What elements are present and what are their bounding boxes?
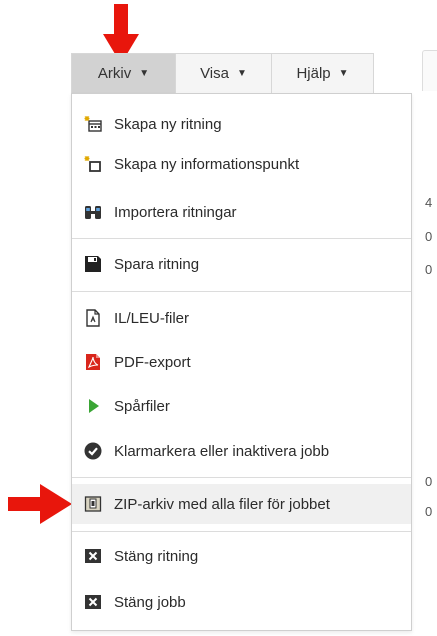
menu-item-label: Spårfiler	[114, 397, 170, 415]
menu-item-klarmarkera[interactable]: Klarmarkera eller inaktivera jobb	[72, 431, 411, 471]
background-text: 0	[425, 474, 433, 489]
chevron-down-icon: ▼	[338, 68, 349, 79]
menu-item-label: Stäng jobb	[114, 593, 186, 611]
menu-item-zip-arkiv[interactable]: ZIP-arkiv med alla filer för jobbet	[72, 484, 411, 524]
menu-separator	[72, 291, 411, 292]
menu-item-label: Skapa ny ritning	[114, 115, 222, 133]
annotation-arrow-right	[8, 484, 72, 524]
arkiv-dropdown-menu: Skapa ny ritning Skapa ny informationspu…	[71, 93, 412, 631]
background-toolbar-edge	[422, 50, 437, 91]
close-box-icon	[84, 593, 102, 611]
menu-item-label: IL/LEU-filer	[114, 309, 190, 327]
menu-item-skapa-ny-informationspunkt[interactable]: Skapa ny informationspunkt	[72, 144, 411, 184]
menu-item-pdf-export[interactable]: PDF-export	[72, 342, 411, 382]
new-infopoint-icon	[84, 155, 102, 173]
menu-item-label: Spara ritning	[114, 255, 200, 273]
new-drawing-icon	[84, 115, 102, 133]
background-text: 0	[425, 229, 433, 244]
menu-separator	[72, 531, 411, 532]
menu-item-label: Importera ritningar	[114, 203, 237, 221]
save-icon	[84, 255, 102, 273]
menu-tab-arkiv[interactable]: Arkiv ▼	[72, 54, 176, 93]
pdf-icon	[84, 353, 102, 371]
menu-item-sparfiler[interactable]: Spårfiler	[72, 386, 411, 426]
menu-item-label: Stäng ritning	[114, 547, 199, 565]
background-text: 0	[425, 504, 433, 519]
menu-tab-visa[interactable]: Visa ▼	[176, 54, 272, 93]
menu-separator	[72, 238, 411, 239]
menu-item-il-leu-filer[interactable]: IL/LEU-filer	[72, 298, 411, 338]
menu-separator	[72, 477, 411, 478]
menu-tab-label: Visa	[200, 65, 229, 82]
menu-item-importera-ritningar[interactable]: Importera ritningar	[72, 192, 411, 232]
menu-item-skapa-ny-ritning[interactable]: Skapa ny ritning	[72, 104, 411, 144]
menu-tab-label: Arkiv	[97, 65, 132, 82]
menu-item-stang-ritning[interactable]: Stäng ritning	[72, 536, 411, 576]
menu-item-spara-ritning[interactable]: Spara ritning	[72, 244, 411, 284]
document-icon	[84, 309, 102, 327]
menu-item-label: ZIP-arkiv med alla filer för jobbet	[114, 495, 330, 513]
background-text: 0	[425, 262, 433, 277]
background-text: 4	[425, 195, 433, 210]
menu-tab-hjalp[interactable]: Hjälp ▼	[272, 54, 373, 93]
chevron-down-icon: ▼	[237, 68, 247, 79]
play-icon	[84, 397, 102, 415]
menu-tab-label: Hjälp	[296, 65, 331, 82]
close-box-icon	[84, 547, 102, 565]
menu-item-label: PDF-export	[114, 353, 191, 371]
check-circle-icon	[84, 442, 102, 460]
menu-item-label: Skapa ny informationspunkt	[114, 155, 300, 173]
menu-item-stang-jobb[interactable]: Stäng jobb	[72, 582, 411, 622]
chevron-down-icon: ▼	[139, 68, 150, 79]
menu-item-label: Klarmarkera eller inaktivera jobb	[114, 442, 330, 460]
import-icon	[84, 203, 102, 221]
menubar: Arkiv ▼ Visa ▼ Hjälp ▼	[71, 53, 374, 93]
zip-archive-icon	[84, 495, 102, 513]
